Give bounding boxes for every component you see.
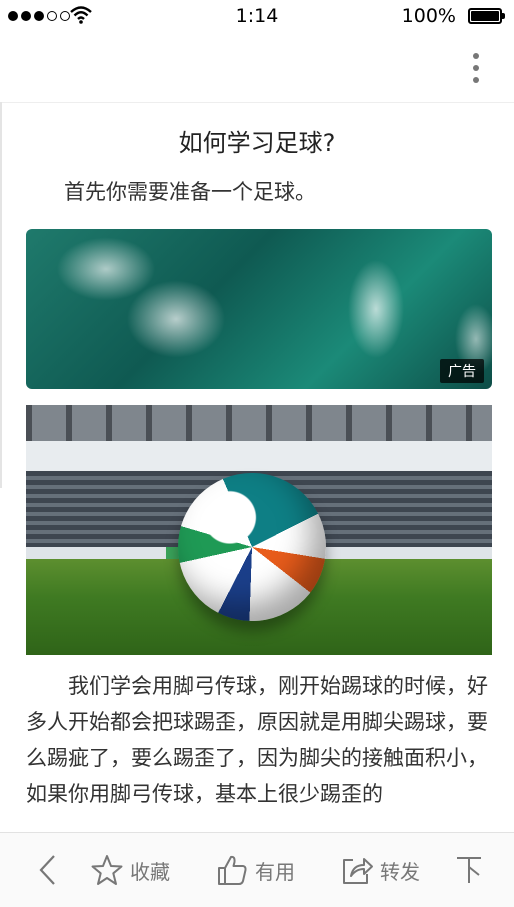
bottom-toolbar: 收藏 有用 转发: [0, 832, 514, 907]
favorite-label: 收藏: [130, 859, 170, 884]
more-options-icon[interactable]: [464, 50, 488, 86]
soccer-ball-photo: [26, 405, 492, 655]
favorite-button[interactable]: 收藏: [90, 853, 170, 887]
share-icon: [343, 858, 373, 884]
ad-badge: 广告: [440, 359, 484, 383]
star-icon: [91, 855, 123, 885]
article-intro: 首先你需要准备一个足球。: [64, 180, 316, 204]
next-button[interactable]: [454, 853, 484, 887]
battery-icon: [468, 8, 505, 24]
share-button[interactable]: 转发: [340, 853, 420, 887]
battery-percent: 100%: [401, 5, 456, 27]
status-bar: 1:14 100%: [0, 0, 514, 32]
useful-button[interactable]: 有用: [215, 853, 295, 887]
more-dot: [473, 65, 479, 71]
more-dot: [473, 53, 479, 59]
more-dot: [473, 77, 479, 83]
stadium-roof: [26, 405, 492, 441]
back-button[interactable]: [36, 853, 58, 887]
top-nav-bar: [0, 32, 514, 103]
battery-fill: [471, 11, 499, 21]
soccer-ball: [178, 473, 326, 621]
article-title: 如何学习足球?: [178, 129, 336, 157]
share-label: 转发: [380, 859, 420, 884]
down-icon: [457, 857, 481, 883]
useful-label: 有用: [255, 859, 295, 884]
chevron-left-icon: [39, 855, 55, 885]
ad-banner-image[interactable]: 广告: [26, 229, 492, 389]
stadium-sky: [26, 441, 492, 471]
thumbs-up-icon: [218, 855, 247, 885]
left-edge-divider: [0, 102, 2, 488]
article-body: 我们学会用脚弓传球，刚开始踢球的时候，好多人开始都会把球踢歪，原因就是用脚尖踢球…: [26, 674, 488, 806]
